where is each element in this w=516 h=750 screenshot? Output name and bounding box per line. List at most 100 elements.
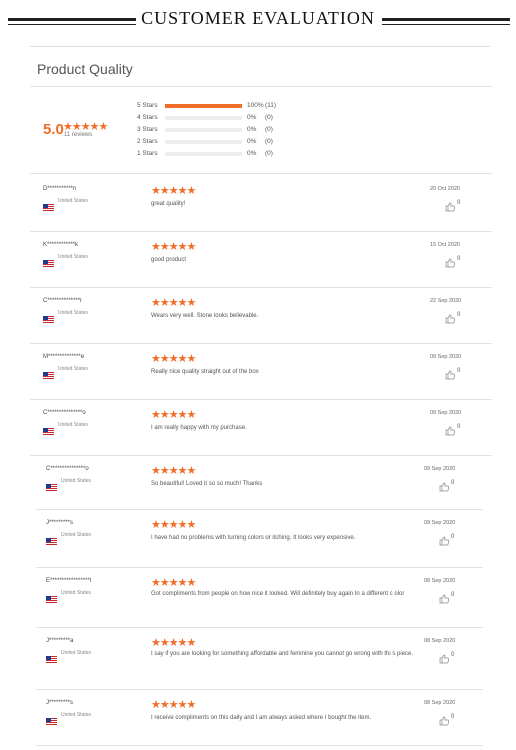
distribution-bar	[165, 116, 242, 120]
distribution-count: (0)	[265, 138, 273, 145]
review-text: I have had no problems with turning colo…	[151, 535, 356, 541]
like-icon[interactable]	[439, 533, 450, 546]
like-icon[interactable]	[439, 713, 450, 726]
like-icon[interactable]	[439, 651, 450, 664]
reviewer-country: United States	[61, 532, 92, 538]
review-date: 09 Sep 2020	[424, 466, 456, 472]
distribution-label: 5 Stars	[137, 102, 158, 109]
review-stars-icon: ★★★★★	[151, 465, 196, 477]
us-flag-icon	[43, 254, 54, 267]
review-date: 09 Sep 2020	[430, 354, 462, 360]
review-stars-icon: ★★★★★	[151, 353, 196, 365]
reviewer-name: C***************o	[43, 410, 86, 416]
section-banner: CUSTOMER EVALUATION	[0, 0, 516, 40]
review-stars-icon: ★★★★★	[151, 699, 196, 711]
review-item: E*****************l United States ★★★★★ Got…	[0, 568, 516, 628]
like-count: 0	[451, 480, 455, 486]
distribution-count: (11)	[265, 102, 277, 109]
like-count: 0	[451, 592, 455, 598]
review-stars-icon: ★★★★★	[151, 185, 196, 197]
review-text: I receive compliments on this daily and …	[151, 715, 372, 721]
reviewer-country: United States	[58, 198, 89, 204]
reviewer-name: D***********n	[43, 186, 77, 192]
review-stars-icon: ★★★★★	[151, 297, 196, 309]
distribution-count: (0)	[265, 150, 273, 157]
reviewer-country: United States	[61, 478, 92, 484]
distribution-count: (0)	[265, 114, 273, 121]
reviews-count: 11 reviews	[64, 132, 93, 138]
distribution-count: (0)	[265, 126, 273, 133]
like-icon[interactable]	[445, 423, 456, 436]
distribution-label: 1 Stars	[137, 150, 158, 157]
distribution-percent: 0%	[247, 114, 257, 121]
distribution-label: 3 Stars	[137, 126, 158, 133]
section-title: Product Quality	[37, 61, 133, 77]
distribution-bar	[165, 104, 242, 108]
like-count: 0	[451, 714, 455, 720]
distribution-percent: 100%	[247, 102, 264, 109]
reviewer-country: United States	[61, 590, 92, 596]
review-text: Really nice quality straight out of the …	[151, 369, 259, 375]
review-text: I say if you are looking for something a…	[151, 651, 414, 657]
us-flag-icon	[46, 532, 57, 545]
review-date: 08 Sep 2020	[424, 638, 456, 644]
review-item: K************k United States ★★★★★ good pro…	[0, 232, 516, 288]
like-icon[interactable]	[445, 199, 456, 212]
like-icon[interactable]	[445, 367, 456, 380]
review-text: Got compliments from people on how nice …	[151, 591, 405, 597]
reviewer-country: United States	[58, 254, 89, 260]
banner-divider	[30, 46, 490, 47]
reviewer-name: E*****************l	[46, 578, 92, 584]
distribution-percent: 0%	[247, 126, 257, 133]
review-stars-icon: ★★★★★	[151, 409, 196, 421]
like-icon[interactable]	[439, 591, 450, 604]
review-date: 20 Oct 2020	[430, 186, 460, 192]
review-date: 15 Oct 2020	[430, 242, 460, 248]
reviewer-name: C***************o	[46, 466, 89, 472]
review-item: M**************e United States ★★★★★ Really…	[0, 344, 516, 400]
like-count: 0	[457, 200, 461, 206]
reviewer-country: United States	[58, 366, 89, 372]
review-stars-icon: ★★★★★	[151, 241, 196, 253]
review-item: C**************r United States ★★★★★ Wears …	[0, 288, 516, 344]
reviewer-name: C**************r	[43, 298, 83, 304]
us-flag-icon	[43, 422, 54, 435]
like-icon[interactable]	[445, 255, 456, 268]
review-text: So beautiful! Loved it so so much! Thank…	[151, 481, 263, 487]
review-date: 09 Sep 2020	[430, 410, 462, 416]
review-stars-icon: ★★★★★	[151, 519, 196, 531]
us-flag-icon	[43, 310, 54, 323]
reviewer-country: United States	[61, 650, 92, 656]
distribution-label: 4 Stars	[137, 114, 158, 121]
distribution-bar	[165, 128, 242, 132]
like-icon[interactable]	[439, 479, 450, 492]
us-flag-icon	[46, 478, 57, 491]
reviewer-country: United States	[58, 310, 89, 316]
distribution-percent: 0%	[247, 138, 257, 145]
reviewer-name: J*********a	[46, 638, 74, 644]
like-count: 0	[457, 312, 461, 318]
review-item: J*********a United States ★★★★★ I say if yo…	[0, 628, 516, 690]
average-score: 5.0	[43, 121, 64, 138]
section-divider	[30, 86, 492, 87]
review-text: I am really happy with my purchase.	[151, 425, 247, 431]
reviewer-country: United States	[58, 422, 89, 428]
review-text: great quality!	[151, 201, 186, 207]
like-count: 0	[457, 256, 461, 262]
review-date: 22 Sep 2020	[430, 298, 462, 304]
reviewer-country: United States	[61, 712, 92, 718]
banner-rule-right	[382, 18, 510, 21]
review-item: C***************o United States ★★★★★ So be…	[0, 456, 516, 510]
us-flag-icon	[46, 650, 57, 663]
review-text: Wears very well. Stone looks believable.	[151, 313, 259, 319]
us-flag-icon	[43, 366, 54, 379]
distribution-bar	[165, 152, 242, 156]
like-count: 0	[457, 424, 461, 430]
review-date: 08 Sep 2020	[424, 700, 456, 706]
us-flag-icon	[43, 198, 54, 211]
reviewer-name: J*********s	[46, 520, 74, 526]
like-icon[interactable]	[445, 311, 456, 324]
banner-rule-right-thin	[382, 24, 510, 25]
review-date: 08 Sep 2020	[424, 578, 456, 584]
like-count: 0	[457, 368, 461, 374]
